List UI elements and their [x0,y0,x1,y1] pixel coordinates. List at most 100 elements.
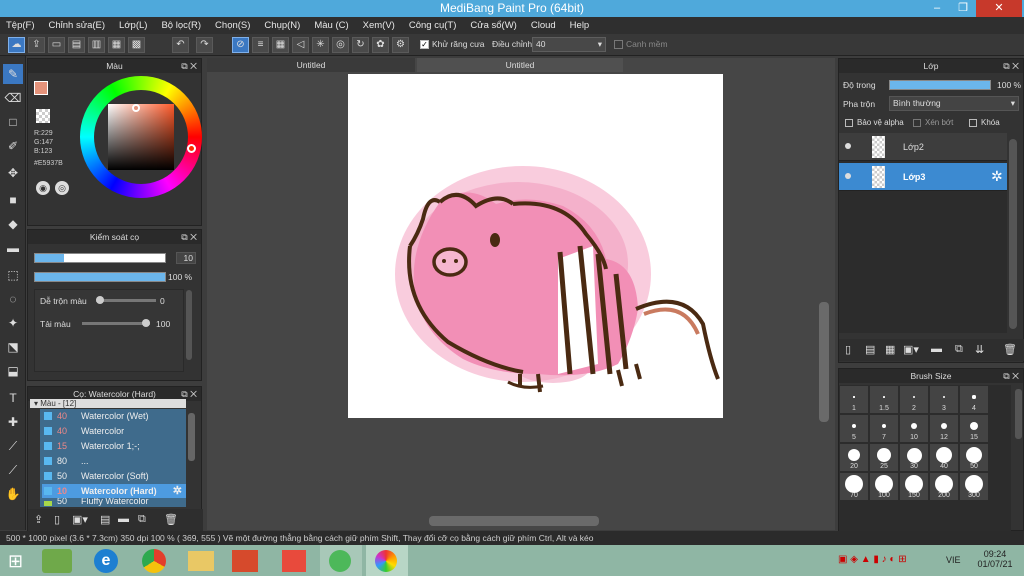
eyedropper-icon[interactable]: ⟋ [3,460,23,480]
eye-icon[interactable] [845,143,851,149]
layer-opacity-slider[interactable] [889,80,991,90]
saturation-value-square[interactable] [108,104,174,170]
brush-size-cell[interactable]: 40 [930,444,958,471]
new-layer-icon[interactable]: ▯ [845,343,851,356]
brush-size-cell[interactable]: 20 [840,444,868,471]
close-icon[interactable]: ⧉ ✕ [1003,369,1019,383]
layer-scrollbar[interactable] [1009,139,1017,329]
powerpoint-icon[interactable] [232,550,258,572]
brush-size-cell[interactable]: 1.5 [870,386,898,413]
brush-size-cell[interactable]: 15 [960,415,988,442]
brush-size-cell[interactable]: 25 [870,444,898,471]
transparent-swatch[interactable] [36,109,50,123]
speech-icon[interactable]: ▤ [68,37,85,53]
brush-item[interactable]: 15 Watercolor 1;-; [44,439,184,453]
brush-size-cell[interactable]: 150 [900,473,928,500]
new-8bit-layer-icon[interactable]: ▦ [885,343,895,356]
menu-color[interactable]: Màu (C) [314,20,348,31]
radial-snap-icon[interactable]: ◁ [292,37,309,53]
gradient-tool-icon[interactable]: ▬ [3,238,23,258]
brush-size-cell[interactable]: 12 [930,415,958,442]
menu-edit[interactable]: Chỉnh sửa(E) [49,20,106,31]
close-icon[interactable]: ⧉ ✕ [181,59,197,73]
add-brush-icon[interactable]: ▣▾ [72,513,88,526]
trash-icon[interactable]: 🗑 [164,513,178,526]
menu-view[interactable]: Xem(V) [363,20,395,31]
brush-size-cell[interactable]: 300 [960,473,988,500]
brush-size-cell[interactable]: 30 [900,444,928,471]
taskbar-app-active[interactable] [320,545,362,576]
eraser-tool-icon[interactable]: ⌫ [3,88,23,108]
brush-size-cell[interactable]: 200 [930,473,958,500]
move-tool-icon[interactable]: ✥ [3,163,23,183]
magic-wand-icon[interactable]: ✦ [3,313,23,333]
undo-icon[interactable]: ↶ [172,37,189,53]
app-icon[interactable] [282,550,306,572]
menu-filter[interactable]: Bộ lọc(R) [161,20,201,31]
lock-checkbox[interactable] [969,119,977,127]
select-pen-icon[interactable]: ⬔ [3,337,23,357]
blend-mode-select[interactable]: Bình thường ▾ [889,96,1019,111]
brush-size-cell[interactable]: 70 [840,473,868,500]
folder-icon[interactable]: ▬ [931,343,942,355]
layer-row-selected[interactable]: Lớp3 ✲ [839,163,1007,191]
grid-snap-icon[interactable]: ▦ [272,37,289,53]
opacity-slider[interactable] [34,272,166,282]
lasso-icon[interactable]: ◌ [3,289,23,309]
grid-icon[interactable]: ▩ [128,37,145,53]
folder-icon[interactable]: ▬ [118,513,129,525]
blend-slider-thumb[interactable] [96,296,104,304]
gear-icon[interactable]: ✲ [991,168,1003,185]
duplicate-layer-icon[interactable]: ⧉ [955,343,963,356]
circle-snap-icon[interactable]: ◎ [332,37,349,53]
palette-icon[interactable]: ◉ [36,181,50,195]
brush-item[interactable]: 50 Fluffy Watercolor [44,498,184,506]
chrome-icon[interactable] [142,549,166,573]
smooth-checkbox[interactable] [614,40,623,49]
settings-snap-icon[interactable]: ✿ [372,37,389,53]
comment-icon[interactable]: ▭ [48,37,65,53]
bluestacks-icon[interactable] [42,549,72,573]
brush-group-header[interactable]: ▾ Màu - [12] [30,399,186,408]
menu-select[interactable]: Chọn(S) [215,20,250,31]
text-tool-icon[interactable]: T [3,388,23,408]
cloud-brush-icon[interactable]: ⇪ [34,513,43,526]
brush-size-cell[interactable]: 5 [840,415,868,442]
eye-icon[interactable] [845,173,851,179]
brush-size-cell[interactable]: 50 [960,444,988,471]
gear-icon[interactable]: ✲ [173,484,182,498]
foreground-color-swatch[interactable] [34,81,48,95]
snap-off-icon[interactable]: ⊘ [232,37,249,53]
redo-icon[interactable]: ↷ [196,37,213,53]
brush-tool-icon[interactable]: ✎ [3,64,23,84]
palette-add-icon[interactable]: ◎ [55,181,69,195]
pen-tool-icon[interactable]: ✐ [3,136,23,156]
menu-window[interactable]: Cửa sổ(W) [470,20,516,31]
hue-cursor[interactable] [187,144,196,153]
select-rect-icon[interactable]: ⬚ [3,265,23,285]
windows-start-icon[interactable]: ⊞ [8,551,28,571]
select-eraser-icon[interactable]: ⬓ [3,361,23,381]
export-icon[interactable]: ⇪ [28,37,45,53]
brush-size-scrollbar[interactable] [1015,389,1022,439]
tab-untitled-1[interactable]: Untitled [207,58,415,72]
bucket-tool-icon[interactable]: ◆ [3,214,23,234]
brush-item[interactable]: 40 Watercolor (Wet) [44,409,184,423]
merge-layer-icon[interactable]: ⇊ [975,343,984,356]
close-icon[interactable]: ⧉ ✕ [181,230,197,244]
clip-checkbox[interactable] [913,119,921,127]
gear-icon[interactable]: ⚙ [392,37,409,53]
sv-cursor[interactable] [132,104,140,112]
brush-size-cell[interactable]: 2 [900,386,928,413]
menu-file[interactable]: Tệp(F) [6,20,35,31]
add-layer-menu-icon[interactable]: ▣▾ [903,343,919,356]
params-scrollbar[interactable] [186,290,192,360]
maximize-button[interactable]: ❐ [950,0,976,17]
antialias-checkbox[interactable]: ✓ [420,40,429,49]
new-brush-icon[interactable]: ▯ [54,513,60,526]
drawing-canvas[interactable] [348,74,723,418]
crosshair-snap-icon[interactable]: ✳ [312,37,329,53]
minimize-button[interactable]: ‒ [924,0,950,17]
size-slider[interactable] [34,253,166,263]
hand-tool-icon[interactable]: ✋ [3,484,23,504]
